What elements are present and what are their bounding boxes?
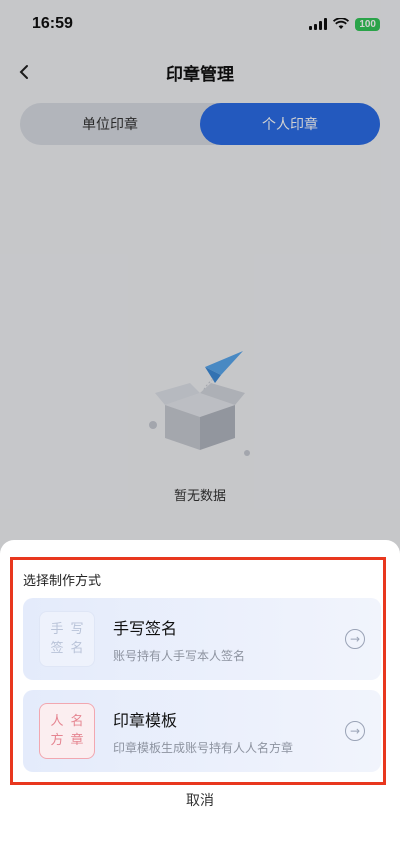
icon-char: 手 [50, 622, 64, 637]
icon-char: 章 [70, 733, 84, 748]
option-handwritten-signature[interactable]: 手 写 签 名 手写签名 账号持有人手写本人签名 → [23, 598, 381, 680]
arrow-right-icon: → [345, 721, 365, 741]
option-title: 印章模板 [113, 710, 178, 730]
icon-char: 名 [70, 714, 84, 729]
icon-char: 人 [50, 714, 64, 729]
icon-char: 写 [70, 622, 84, 637]
option-text: 手写签名 账号持有人手写本人签名 [113, 615, 345, 664]
option-description: 印章模板生成账号持有人人名方章 [113, 740, 294, 755]
create-method-sheet: 选择制作方式 手 写 签 名 手写签名 账号持有人手写本人签名 → 人 名 方 … [0, 540, 400, 867]
option-seal-template[interactable]: 人 名 方 章 印章模板 印章模板生成账号持有人人名方章 → [23, 690, 381, 772]
sheet-title: 选择制作方式 [23, 574, 102, 589]
arrow-right-icon: → [345, 629, 365, 649]
handwriting-icon: 手 写 签 名 [39, 611, 95, 667]
option-text: 印章模板 印章模板生成账号持有人人名方章 [113, 707, 345, 756]
option-description: 账号持有人手写本人签名 [113, 648, 246, 663]
cancel-button[interactable]: 取消 [0, 790, 400, 810]
seal-icon: 人 名 方 章 [39, 703, 95, 759]
option-title: 手写签名 [113, 618, 178, 638]
highlight-frame: 选择制作方式 手 写 签 名 手写签名 账号持有人手写本人签名 → 人 名 方 … [10, 557, 386, 785]
icon-char: 签 [50, 641, 64, 656]
icon-char: 方 [50, 733, 64, 748]
icon-char: 名 [70, 641, 84, 656]
